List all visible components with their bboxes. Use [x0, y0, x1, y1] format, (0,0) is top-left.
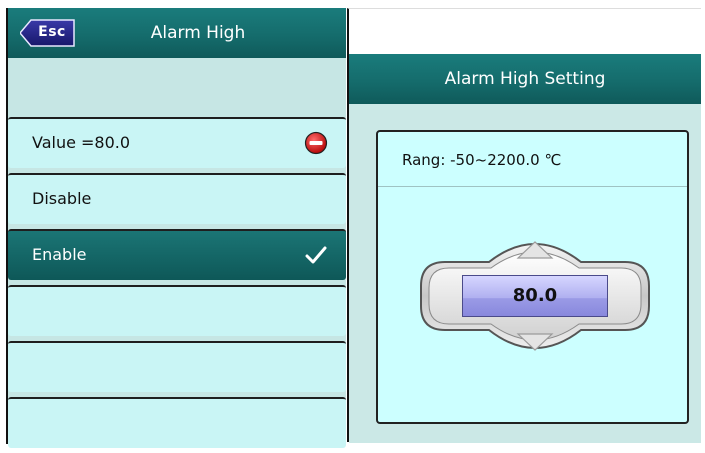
setting-title: Alarm High Setting	[444, 69, 606, 89]
alarm-options-list: Value =80.0 Disable Enable	[8, 117, 346, 453]
divider	[378, 186, 687, 187]
value-label: Value =80.0	[32, 133, 131, 152]
alarm-high-panel: Esc Alarm High Value =80.0 Disable Enabl…	[6, 8, 346, 448]
value-spinner[interactable]: 80.0	[419, 236, 651, 356]
setting-body: Rang: -50~2200.0 ℃ 80.0	[349, 104, 701, 443]
triangle-down-icon[interactable]	[516, 332, 554, 352]
setting-header: Alarm High Setting	[349, 54, 701, 104]
enable-label: Enable	[32, 245, 87, 264]
list-item-enable[interactable]: Enable	[8, 229, 346, 280]
list-item-disable[interactable]: Disable	[8, 173, 346, 224]
alarm-high-setting-panel: Alarm High Setting Rang: -50~2200.0 ℃ 80…	[347, 8, 701, 443]
no-entry-icon[interactable]	[304, 131, 328, 155]
alarm-high-header: Esc Alarm High	[8, 8, 346, 58]
triangle-up-icon[interactable]	[516, 240, 554, 260]
checkmark-icon	[305, 246, 327, 264]
esc-button[interactable]: Esc	[20, 19, 76, 47]
page-title: Alarm High	[150, 23, 246, 43]
range-label: Rang: -50~2200.0 ℃	[402, 151, 562, 169]
list-item-value[interactable]: Value =80.0	[8, 117, 346, 168]
list-item-empty[interactable]	[8, 341, 346, 392]
value-display[interactable]: 80.0	[462, 275, 608, 317]
list-item-empty[interactable]	[8, 397, 346, 448]
setting-box: Rang: -50~2200.0 ℃ 80.0	[376, 130, 689, 424]
esc-label: Esc	[38, 24, 66, 40]
disable-label: Disable	[32, 189, 92, 208]
list-item-empty[interactable]	[8, 285, 346, 336]
